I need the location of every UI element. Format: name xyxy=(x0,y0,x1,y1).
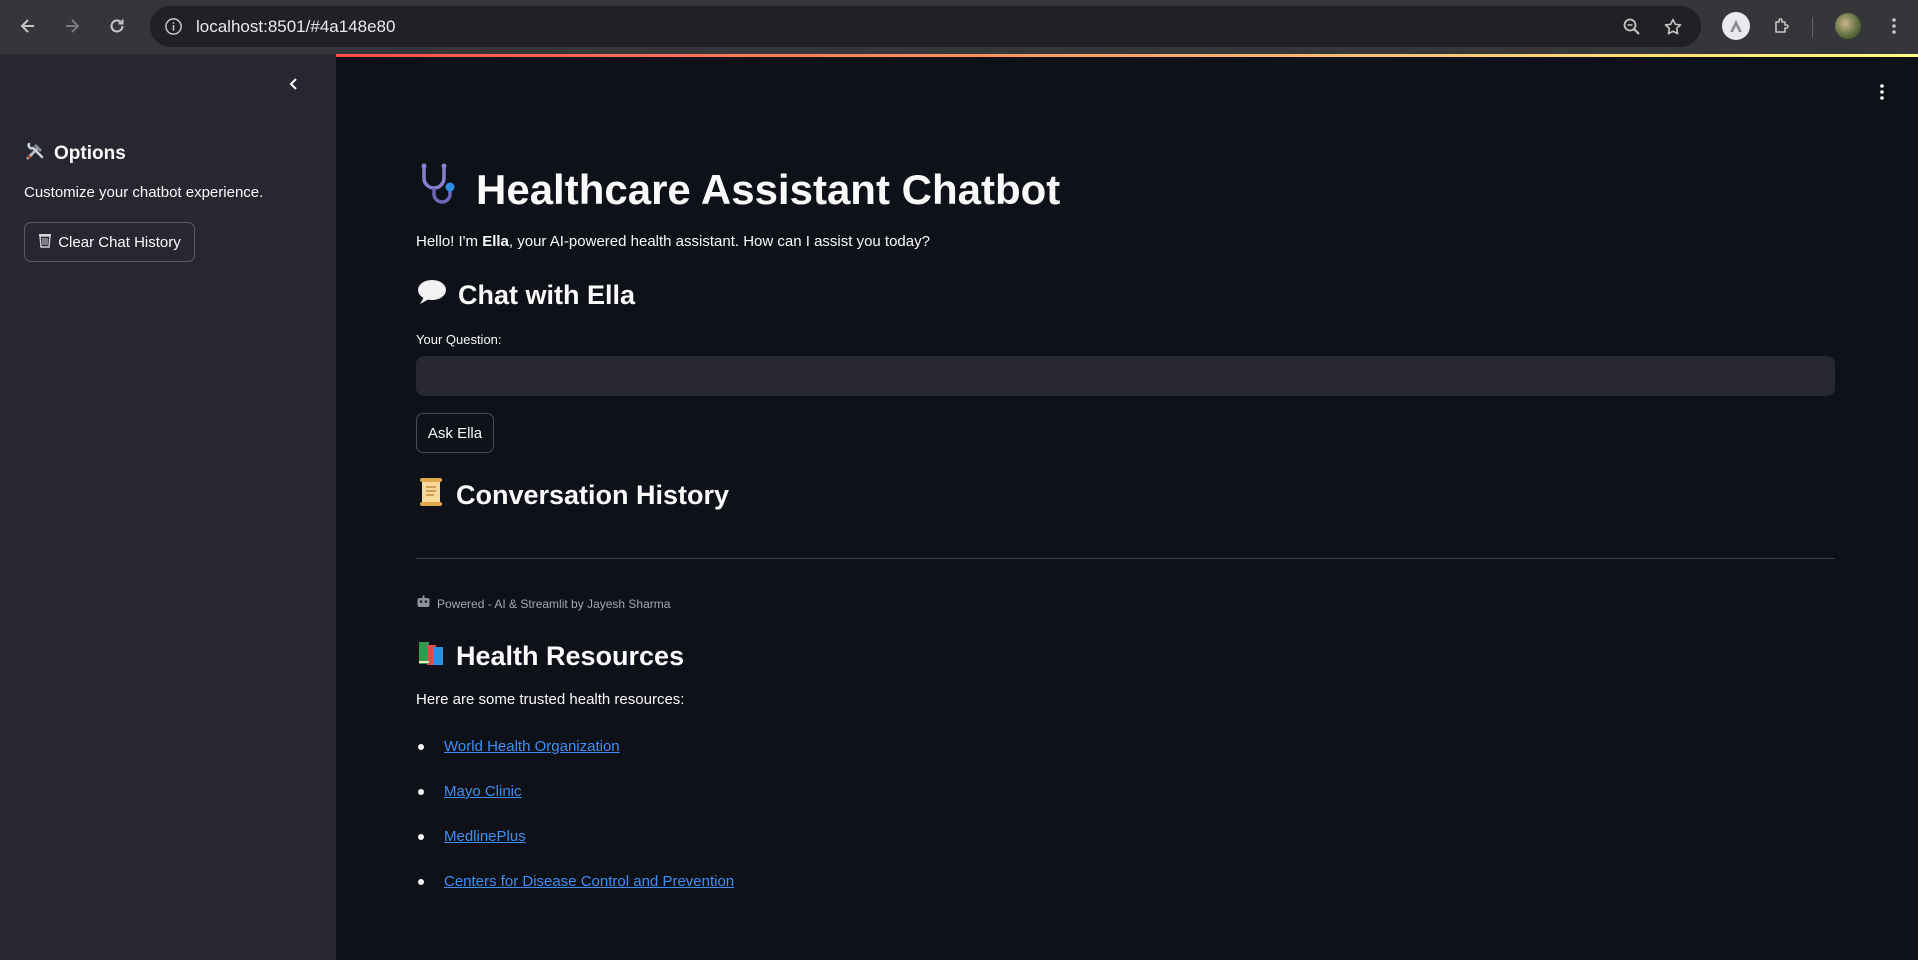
main-menu-icon[interactable] xyxy=(1870,80,1894,104)
list-item: World Health Organization xyxy=(416,724,734,769)
resource-link-mayo-clinic[interactable]: Mayo Clinic xyxy=(444,783,522,800)
sidebar-description: Customize your chatbot experience. xyxy=(24,184,264,201)
wastebasket-icon xyxy=(38,232,52,252)
address-bar[interactable]: localhost:8501/#4a148e80 xyxy=(150,6,1701,47)
hammer-wrench-icon xyxy=(24,140,46,168)
question-label: Your Question: xyxy=(416,332,502,347)
collapse-sidebar-button[interactable] xyxy=(280,70,308,98)
resources-list: World Health Organization Mayo Clinic Me… xyxy=(416,724,734,904)
scroll-icon xyxy=(416,476,446,515)
list-item: MedlinePlus xyxy=(416,814,734,859)
clear-chat-history-button[interactable]: Clear Chat History xyxy=(24,222,195,262)
zoom-icon[interactable] xyxy=(1622,17,1642,37)
chevron-left-icon xyxy=(289,78,297,90)
page-title: Healthcare Assistant Chatbot xyxy=(416,162,1060,218)
chat-heading: Chat with Ella xyxy=(416,278,635,313)
info-icon[interactable] xyxy=(164,17,183,36)
books-icon xyxy=(416,638,446,675)
assistant-name: Ella xyxy=(482,233,509,250)
resources-heading-text: Health Resources xyxy=(456,641,685,671)
chat-heading-text: Chat with Ella xyxy=(458,280,636,310)
footer-caption: Powered - AI & Streamlit by Jayesh Sharm… xyxy=(416,595,670,612)
url-text[interactable]: localhost:8501/#4a148e80 xyxy=(196,17,395,37)
profile-a-icon[interactable] xyxy=(1722,12,1750,40)
robot-icon xyxy=(416,595,431,612)
reload-icon[interactable] xyxy=(103,12,131,40)
toolbar-divider xyxy=(1812,17,1813,37)
ask-ella-button[interactable]: Ask Ella xyxy=(416,413,494,453)
list-item: Centers for Disease Control and Preventi… xyxy=(416,859,734,904)
resource-link-cdc[interactable]: Centers for Disease Control and Preventi… xyxy=(444,873,734,890)
browser-toolbar: localhost:8501/#4a148e80 xyxy=(0,0,1918,54)
sidebar: Options Customize your chatbot experienc… xyxy=(0,54,336,960)
resources-intro: Here are some trusted health resources: xyxy=(416,691,685,708)
sidebar-title: Options xyxy=(24,140,126,168)
list-item: Mayo Clinic xyxy=(416,769,734,814)
footer-caption-text: Powered - AI & Streamlit by Jayesh Sharm… xyxy=(437,596,671,611)
sidebar-title-text: Options xyxy=(54,143,126,164)
page-title-text: Healthcare Assistant Chatbot xyxy=(476,166,1061,213)
history-heading-text: Conversation History xyxy=(456,480,730,510)
extensions-icon[interactable] xyxy=(1768,12,1796,40)
intro-text: Hello! I'm Ella, your AI-powered health … xyxy=(416,233,930,250)
resources-heading: Health Resources xyxy=(416,638,684,675)
forward-arrow-icon[interactable] xyxy=(58,12,86,40)
back-arrow-icon[interactable] xyxy=(14,12,42,40)
speech-bubble-icon xyxy=(416,278,448,313)
menu-dots-icon[interactable] xyxy=(1880,12,1908,40)
resource-link-who[interactable]: World Health Organization xyxy=(444,738,620,755)
header-decoration-bar xyxy=(336,54,1918,57)
resource-link-medlineplus[interactable]: MedlinePlus xyxy=(444,828,526,845)
star-icon[interactable] xyxy=(1663,17,1683,37)
profile-avatar[interactable] xyxy=(1834,12,1862,40)
stethoscope-icon xyxy=(416,162,462,218)
divider xyxy=(416,558,1835,559)
clear-button-label: Clear Chat History xyxy=(58,233,181,251)
history-heading: Conversation History xyxy=(416,476,729,515)
question-input[interactable] xyxy=(416,356,1835,396)
